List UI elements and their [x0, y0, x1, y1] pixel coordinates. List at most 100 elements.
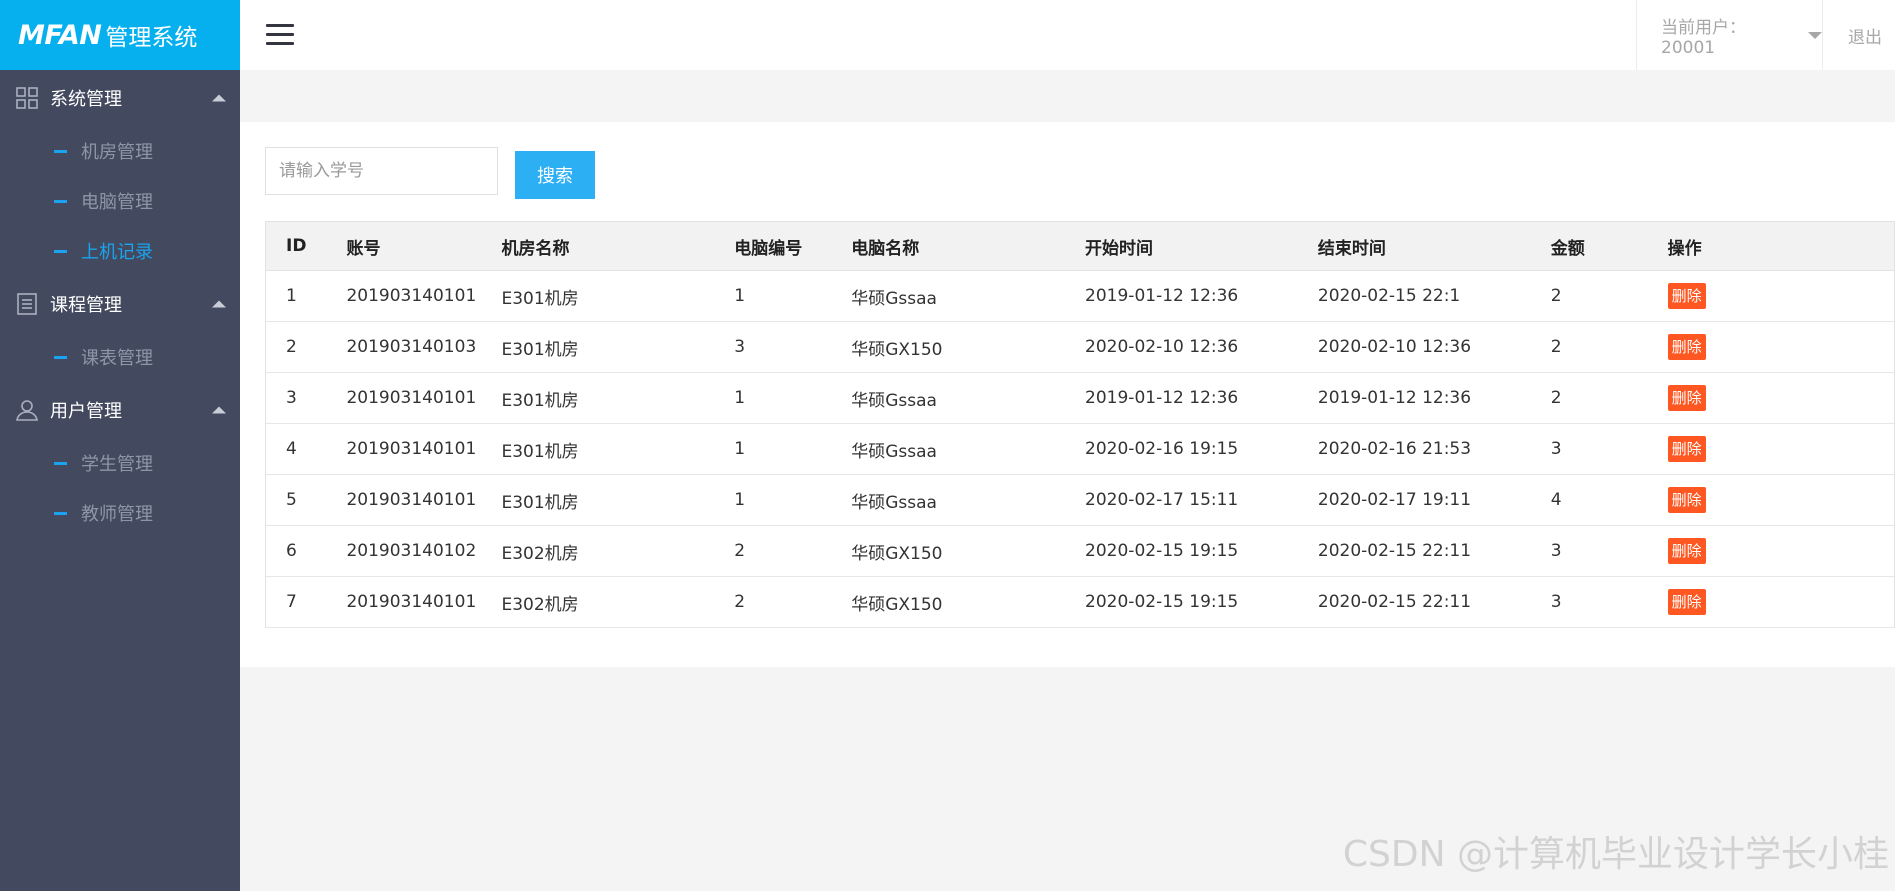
caret-down-icon: [1808, 31, 1822, 39]
dash-icon: [54, 461, 67, 465]
table-cell: 1: [265, 270, 327, 322]
sidebar: MFAN 管理系统 系统管理 机房管理 电脑管理 上机记录 课程管理 课表管理 …: [0, 0, 240, 891]
table-cell: 2020-02-16 19:15: [1065, 423, 1298, 475]
table-cell: 2020-02-15 19:15: [1065, 576, 1298, 628]
table-cell: 2020-02-16 21:53: [1297, 423, 1531, 475]
table-cell: 2020-02-10 12:36: [1065, 321, 1298, 373]
table-cell: 华硕GX150: [831, 525, 1066, 577]
sidebar-item-label: 学生管理: [81, 454, 153, 475]
delete-button[interactable]: 删除: [1667, 436, 1706, 462]
menu-head-label: 系统管理: [50, 89, 122, 110]
menu-head-users[interactable]: 用户管理: [0, 382, 240, 438]
search-button[interactable]: 搜索: [515, 151, 595, 199]
sidebar-item-computers[interactable]: 电脑管理: [0, 176, 240, 226]
action-cell: 删除: [1647, 321, 1895, 373]
dash-icon: [54, 249, 67, 253]
table-cell: 1: [714, 474, 832, 526]
table-cell: 1: [714, 372, 832, 424]
menu-head-system[interactable]: 系统管理: [0, 70, 240, 126]
table-cell: 2020-02-15 19:15: [1065, 525, 1298, 577]
column-header: 电脑名称: [831, 221, 1066, 271]
sidebar-item-label: 课表管理: [81, 348, 153, 369]
table-cell: 华硕Gssaa: [831, 474, 1066, 526]
menu-head-courses[interactable]: 课程管理: [0, 276, 240, 332]
current-user-dropdown[interactable]: 当前用户：20001: [1636, 0, 1823, 70]
table-cell: 2019-01-12 12:36: [1065, 270, 1298, 322]
sidebar-item-label: 教师管理: [81, 504, 153, 525]
menu-head-label: 课程管理: [50, 295, 122, 316]
delete-button[interactable]: 删除: [1667, 334, 1706, 360]
table-cell: E302机房: [481, 576, 715, 628]
table-cell: 3: [714, 321, 832, 373]
caret-up-icon: [212, 94, 226, 102]
action-cell: 删除: [1647, 423, 1895, 475]
document-icon: [14, 291, 40, 317]
table-row: 5 201903140101 E301机房 1 华硕Gssaa 2020-02-17 15…: [265, 474, 1895, 526]
dash-icon: [54, 199, 67, 203]
caret-up-icon: [212, 300, 226, 308]
table-cell: 6: [265, 525, 327, 577]
table-cell: 2019-01-12 12:36: [1065, 372, 1298, 424]
table-cell: 7: [265, 576, 327, 628]
delete-button[interactable]: 删除: [1667, 589, 1706, 615]
menu-group-system: 系统管理 机房管理 电脑管理 上机记录: [0, 70, 240, 276]
action-cell: 删除: [1647, 372, 1895, 424]
table-cell: 2020-02-15 22:11: [1297, 576, 1531, 628]
table-cell: 201903140101: [326, 474, 482, 526]
sidebar-item-timetable[interactable]: 课表管理: [0, 332, 240, 382]
sidebar-item-lab-rooms[interactable]: 机房管理: [0, 126, 240, 176]
table-cell: 201903140101: [326, 423, 482, 475]
current-user-label: 当前用户：20001: [1661, 17, 1746, 58]
table-cell: 201903140101: [326, 372, 482, 424]
sidebar-item-label: 电脑管理: [81, 192, 153, 213]
caret-up-icon: [212, 406, 226, 414]
table-cell: 2: [714, 525, 832, 577]
table-cell: 华硕Gssaa: [831, 372, 1066, 424]
sidebar-item-teachers[interactable]: 教师管理: [0, 488, 240, 538]
user-icon: [14, 397, 40, 423]
table-cell: 1: [714, 423, 832, 475]
table-body: 1 201903140101 E301机房 1 华硕Gssaa 2019-01-12 12…: [265, 270, 1895, 628]
logout-link[interactable]: 退出: [1848, 0, 1882, 70]
grid-icon: [14, 85, 40, 111]
table-row: 7 201903140101 E302机房 2 华硕GX150 2020-02-15 19…: [265, 576, 1895, 628]
app-logo[interactable]: MFAN 管理系统: [0, 0, 240, 70]
column-header: 开始时间: [1065, 221, 1298, 271]
table-cell: 4: [1530, 474, 1648, 526]
table-cell: 3: [265, 372, 327, 424]
table-cell: 3: [1530, 525, 1648, 577]
delete-button[interactable]: 删除: [1667, 538, 1706, 564]
table-cell: 华硕Gssaa: [831, 423, 1066, 475]
table-cell: E301机房: [481, 372, 715, 424]
watermark: CSDN @计算机毕业设计学长小桂: [1342, 834, 1889, 875]
action-cell: 删除: [1647, 525, 1895, 577]
column-header: 电脑编号: [714, 221, 832, 271]
table-row: 6 201903140102 E302机房 2 华硕GX150 2020-02-15 19…: [265, 525, 1895, 577]
student-id-search-input[interactable]: [265, 147, 498, 195]
delete-button[interactable]: 删除: [1667, 487, 1706, 513]
table-cell: 1: [714, 270, 832, 322]
table-cell: E301机房: [481, 474, 715, 526]
table-row: 2 201903140103 E301机房 3 华硕GX150 2020-02-10 12…: [265, 321, 1895, 373]
menu-group-courses: 课程管理 课表管理: [0, 276, 240, 382]
delete-button[interactable]: 删除: [1667, 283, 1706, 309]
table-cell: 华硕GX150: [831, 576, 1066, 628]
table-cell: 2: [265, 321, 327, 373]
sidebar-item-label: 上机记录: [81, 242, 153, 263]
delete-button[interactable]: 删除: [1667, 385, 1706, 411]
table-cell: 201903140101: [326, 270, 482, 322]
table-cell: 201903140102: [326, 525, 482, 577]
dash-icon: [54, 149, 67, 153]
action-cell: 删除: [1647, 576, 1895, 628]
brand-name: MFAN: [18, 19, 102, 51]
table-cell: 2020-02-15 22:11: [1297, 525, 1531, 577]
sidebar-item-usage-records[interactable]: 上机记录: [0, 226, 240, 276]
table-cell: E302机房: [481, 525, 715, 577]
table-row: 4 201903140101 E301机房 1 华硕Gssaa 2020-02-16 19…: [265, 423, 1895, 475]
menu-head-label: 用户管理: [50, 401, 122, 422]
table-cell: 5: [265, 474, 327, 526]
action-cell: 删除: [1647, 270, 1895, 322]
hamburger-icon[interactable]: [266, 16, 294, 52]
table-cell: 2020-02-10 12:36: [1297, 321, 1531, 373]
sidebar-item-students[interactable]: 学生管理: [0, 438, 240, 488]
